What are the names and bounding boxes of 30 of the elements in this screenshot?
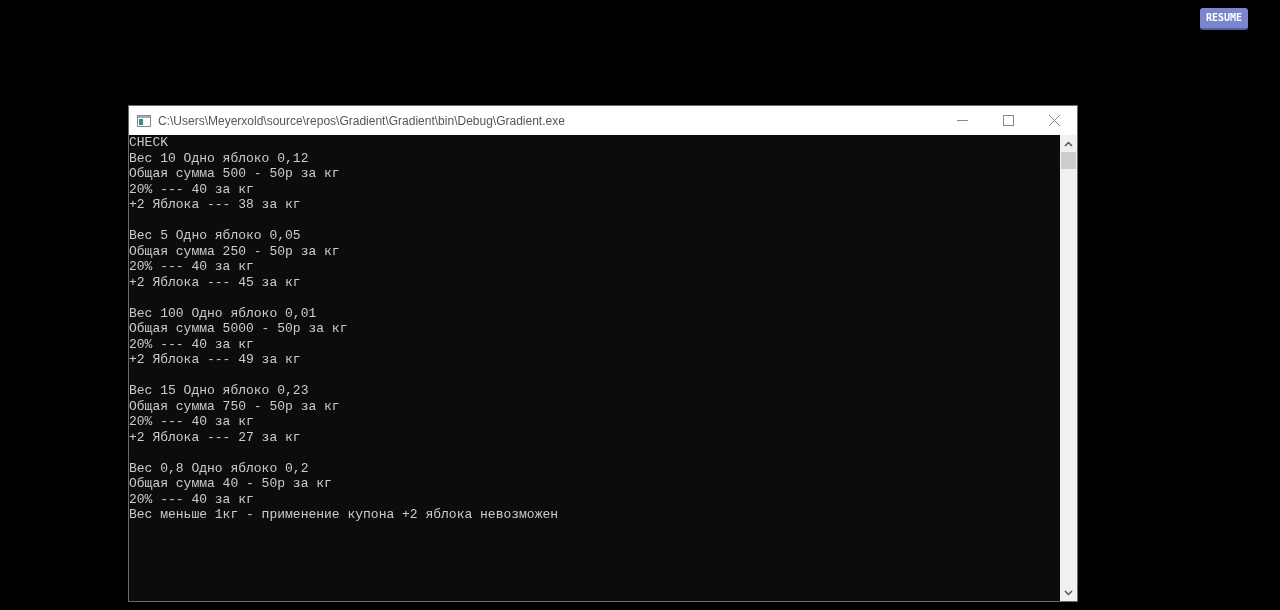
console-line: Вес 15 Одно яблоко 0,23	[129, 383, 310, 399]
scroll-down-icon[interactable]	[1064, 590, 1073, 596]
console-line: Вес 100 Одно яблоко 0,01	[129, 305, 318, 321]
console-line: Вес 0,8 Одно яблоко 0,2	[129, 460, 310, 476]
console-line: Вес 10 Одно яблоко 0,12	[129, 150, 310, 166]
window-title: C:\Users\Meyerxold\source\repos\Gradient\Gradient\bin\Debug\Gradient.exe	[158, 112, 565, 130]
console-line: 20% --- 40 за кг	[129, 336, 255, 352]
console-line: +2 Яблока --- 49 за кг	[129, 352, 302, 368]
scroll-thumb[interactable]	[1061, 152, 1076, 169]
console-line: +2 Яблока --- 38 за кг	[129, 197, 302, 213]
console-line: Общая сумма 5000 - 50р за кг	[129, 321, 349, 337]
console-app-icon	[137, 114, 151, 127]
console-line: +2 Яблока --- 27 за кг	[129, 429, 302, 445]
console-line: Вес меньше 1кг - применение купона +2 яблока невозможен	[129, 507, 560, 523]
console-line: Общая сумма 750 - 50р за кг	[129, 398, 341, 414]
console-line: 20% --- 40 за кг	[129, 414, 255, 430]
console-line: 20% --- 40 за кг	[129, 181, 255, 197]
console-line: +2 Яблока --- 45 за кг	[129, 274, 302, 290]
console-line: Вес 5 Одно яблоко 0,05	[129, 228, 302, 244]
resume-button[interactable]: RESUME	[1199, 7, 1248, 30]
scrollbar[interactable]	[1060, 135, 1077, 601]
console-line: CHECK	[129, 135, 169, 151]
console-line: Общая сумма 250 - 50р за кг	[129, 243, 341, 259]
console-line: 20% --- 40 за кг	[129, 259, 255, 275]
maximize-icon[interactable]	[1003, 115, 1014, 126]
console-line: Общая сумма 40 - 50р за кг	[129, 476, 333, 492]
console-line: Общая сумма 500 - 50р за кг	[129, 166, 341, 182]
close-icon[interactable]	[1049, 115, 1060, 126]
console-line: 20% --- 40 за кг	[129, 491, 255, 507]
scroll-up-icon[interactable]	[1064, 141, 1073, 147]
